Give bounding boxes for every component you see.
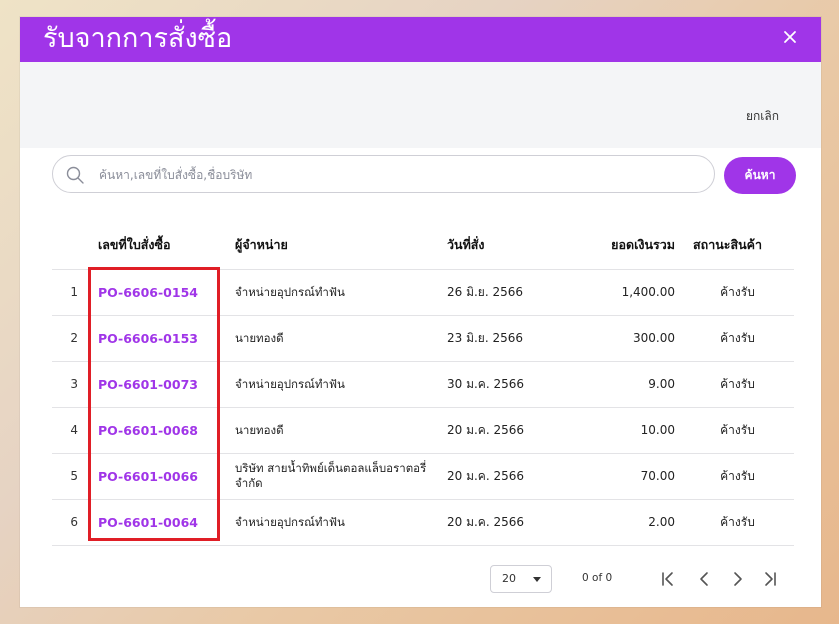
row-index: 4 xyxy=(52,407,86,454)
row-date: 20 ม.ค. 2566 xyxy=(441,499,573,546)
row-vendor: บริษัท สายน้ำทิพย์เด็นตอลแล็บอราตอรี่ จำ… xyxy=(229,453,441,500)
row-amount: 70.00 xyxy=(573,453,681,500)
table-row[interactable]: 1 PO-6606-0154 จำหน่ายอุปกรณ์ทำฟัน 26 มิ… xyxy=(52,269,794,316)
row-status: ค้างรับ xyxy=(681,269,794,316)
dialog-title: รับจากการสั่งซื้อ xyxy=(43,23,233,54)
header-vendor: ผู้จำหน่าย xyxy=(229,222,441,270)
table-row[interactable]: 4 PO-6601-0068 นายทองดี 20 ม.ค. 2566 10.… xyxy=(52,407,794,454)
row-vendor: จำหน่ายอุปกรณ์ทำฟัน xyxy=(229,361,441,408)
page-size-value: 20 xyxy=(502,572,516,585)
table-row[interactable]: 6 PO-6601-0064 จำหน่ายอุปกรณ์ทำฟัน 20 ม.… xyxy=(52,499,794,546)
page-range-text: 0 of 0 xyxy=(582,572,613,584)
row-amount: 300.00 xyxy=(573,315,681,362)
header-total-amount: ยอดเงินรวม xyxy=(573,222,681,270)
po-number-link[interactable]: PO-6601-0073 xyxy=(98,377,198,392)
row-vendor: นายทองดี xyxy=(229,315,441,362)
header-po-number: เลขที่ใบสั่งซื้อ xyxy=(86,222,229,270)
search-box xyxy=(52,155,715,193)
po-number-link[interactable]: PO-6606-0153 xyxy=(98,331,198,346)
next-page-icon[interactable] xyxy=(728,569,748,589)
header-item-status: สถานะสินค้า xyxy=(681,222,794,270)
dialog-toolbar: ยกเลิก xyxy=(20,62,821,148)
row-index: 1 xyxy=(52,269,86,316)
row-amount: 2.00 xyxy=(573,499,681,546)
search-input[interactable] xyxy=(97,162,701,188)
dialog-header: รับจากการสั่งซื้อ xyxy=(20,17,821,62)
row-vendor: จำหน่ายอุปกรณ์ทำฟัน xyxy=(229,499,441,546)
row-status: ค้างรับ xyxy=(681,499,794,546)
row-index: 5 xyxy=(52,453,86,500)
close-icon[interactable] xyxy=(781,28,799,46)
po-number-link[interactable]: PO-6606-0154 xyxy=(98,285,198,300)
row-vendor: นายทองดี xyxy=(229,407,441,454)
po-number-link[interactable]: PO-6601-0064 xyxy=(98,515,198,530)
table-row[interactable]: 3 PO-6601-0073 จำหน่ายอุปกรณ์ทำฟัน 30 ม.… xyxy=(52,361,794,408)
row-date: 23 มิ.ย. 2566 xyxy=(441,315,573,362)
po-number-link[interactable]: PO-6601-0068 xyxy=(98,423,198,438)
row-status: ค้างรับ xyxy=(681,407,794,454)
table-header-row: เลขที่ใบสั่งซื้อ ผู้จำหน่าย วันที่สั่ง ย… xyxy=(52,222,794,270)
row-index: 6 xyxy=(52,499,86,546)
chevron-down-icon xyxy=(533,577,541,582)
row-amount: 1,400.00 xyxy=(573,269,681,316)
last-page-icon[interactable] xyxy=(760,569,780,589)
row-vendor: จำหน่ายอุปกรณ์ทำฟัน xyxy=(229,269,441,316)
table-row[interactable]: 2 PO-6606-0153 นายทองดี 23 มิ.ย. 2566 30… xyxy=(52,315,794,362)
row-status: ค้างรับ xyxy=(681,453,794,500)
row-date: 20 ม.ค. 2566 xyxy=(441,407,573,454)
header-order-date: วันที่สั่ง xyxy=(441,222,573,270)
row-index: 2 xyxy=(52,315,86,362)
prev-page-icon[interactable] xyxy=(694,569,714,589)
purchase-order-table: เลขที่ใบสั่งซื้อ ผู้จำหน่าย วันที่สั่ง ย… xyxy=(52,222,794,546)
cancel-button[interactable]: ยกเลิก xyxy=(746,107,779,126)
row-amount: 10.00 xyxy=(573,407,681,454)
row-status: ค้างรับ xyxy=(681,315,794,362)
pagination: 20 0 of 0 xyxy=(490,565,790,595)
row-amount: 9.00 xyxy=(573,361,681,408)
row-index: 3 xyxy=(52,361,86,408)
row-date: 20 ม.ค. 2566 xyxy=(441,453,573,500)
search-button[interactable]: ค้นหา xyxy=(724,157,796,194)
receive-from-po-dialog: รับจากการสั่งซื้อ ยกเลิก ค้นหา เลขที่ใบส… xyxy=(20,17,821,607)
first-page-icon[interactable] xyxy=(658,569,678,589)
po-number-link[interactable]: PO-6601-0066 xyxy=(98,469,198,484)
row-date: 26 มิ.ย. 2566 xyxy=(441,269,573,316)
table-row[interactable]: 5 PO-6601-0066 บริษัท สายน้ำทิพย์เด็นตอล… xyxy=(52,453,794,500)
header-index xyxy=(52,222,86,270)
row-status: ค้างรับ xyxy=(681,361,794,408)
search-icon xyxy=(65,165,85,185)
page-size-select[interactable]: 20 xyxy=(490,565,552,593)
row-date: 30 ม.ค. 2566 xyxy=(441,361,573,408)
